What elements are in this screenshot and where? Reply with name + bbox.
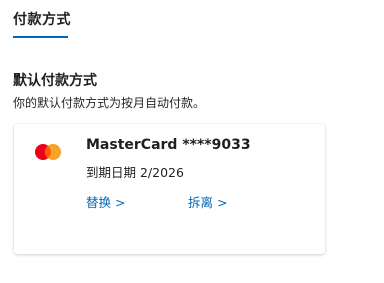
replace-link[interactable]: 替换 > (86, 192, 125, 211)
tab-active-indicator (13, 36, 68, 38)
section-title: 默认付款方式 (13, 73, 97, 89)
section-description: 你的默认付款方式为按月自动付款。 (13, 96, 206, 110)
payment-card: MasterCard ****9033 到期日期 2/2026 替换 > 拆离 … (14, 124, 325, 254)
mastercard-logo-icon (35, 144, 61, 160)
card-name: MasterCard ****9033 (86, 137, 251, 153)
tab-payment-methods[interactable]: 付款方式 (13, 9, 71, 29)
remove-link[interactable]: 拆离 > (188, 192, 227, 211)
card-expiry: 到期日期 2/2026 (86, 165, 184, 180)
